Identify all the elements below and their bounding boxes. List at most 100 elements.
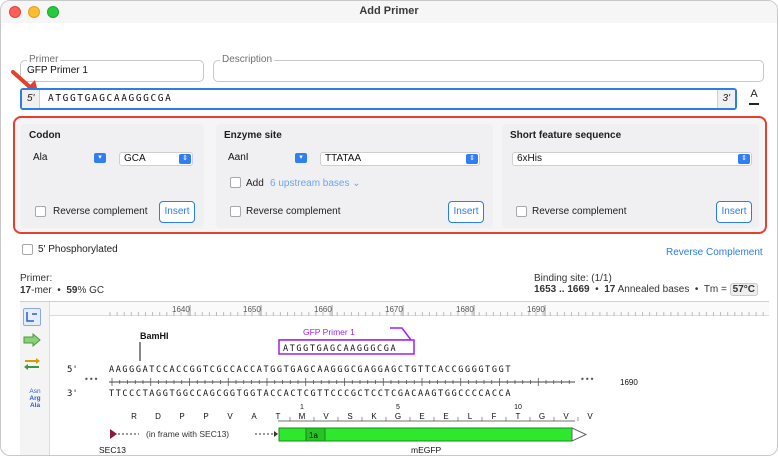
bullet-separator: •: [694, 284, 699, 295]
add-bases-checkbox[interactable]: [230, 177, 241, 188]
amino-acid-label[interactable]: D: [155, 412, 161, 421]
phosphorylated-label: 5' Phosphorylated: [38, 244, 118, 255]
primer-map-sequence: ATGGTGAGCAAGGGCGA: [283, 344, 397, 354]
title-bar: Add Primer: [1, 1, 777, 23]
top-strand-sequence[interactable]: AAGGGATCCACCGGTCGCCACCATGGTGAGCAAGGGCGAG…: [109, 365, 512, 375]
amino-acid-label[interactable]: G: [539, 412, 545, 421]
bamhi-site-label[interactable]: BamHI: [140, 331, 169, 341]
enzyme-site-title: Enzyme site: [224, 130, 282, 141]
translation-tool-icon[interactable]: Asn Arg Ala: [24, 388, 46, 409]
amino-acid-label[interactable]: E: [419, 412, 424, 421]
amino-acid-label[interactable]: S: [347, 412, 352, 421]
amino-acid-label[interactable]: T: [516, 412, 521, 421]
bullet-separator: •: [57, 285, 61, 296]
primer-sequence-input[interactable]: 5' ATGGTGAGCAAGGGCGA 3': [20, 88, 737, 110]
amino-acid-label[interactable]: G: [395, 412, 401, 421]
codon-reverse-checkbox[interactable]: [35, 206, 46, 217]
primer-name-field[interactable]: Primer GFP Primer 1: [20, 54, 204, 82]
arrow-tool-icon[interactable]: [23, 332, 41, 351]
feature-reverse-label: Reverse complement: [532, 206, 627, 217]
up-down-chevron-icon: ⇕: [738, 154, 750, 164]
tm-value: 57°C: [729, 283, 758, 296]
aa-line-3: Ala: [29, 402, 41, 409]
bullet-separator: •: [595, 284, 599, 295]
short-feature-value: 6xHis: [517, 153, 543, 164]
position-ruler: 1640 1650 1660 1670 1680 1690: [50, 302, 769, 316]
swap-arrows-icon: [24, 358, 40, 370]
feature-reverse-checkbox[interactable]: [516, 206, 527, 217]
primer-length: 17-mer • 59% GC: [20, 285, 104, 296]
short-feature-select[interactable]: 6xHis ⇕: [512, 152, 752, 166]
sequence-map-canvas: BamHI GFP Primer 1 ATGGTGAGCAAGGGCGA 5' …: [67, 327, 638, 455]
amino-acid-label[interactable]: V: [227, 412, 233, 421]
sequence-map: Asn Arg Ala 1640 1650 1660 1670 1680 1690 Bam…: [20, 301, 769, 455]
sec13-label: SEC13: [99, 445, 126, 455]
amino-acid-number: 1: [300, 404, 304, 411]
amino-acid-number: 5: [396, 404, 400, 411]
tm-label: Tm =: [703, 284, 727, 295]
amino-acid-label[interactable]: T: [276, 412, 281, 421]
mEGFP-label: mEGFP: [411, 445, 442, 455]
ruler-ticks: 1640 1650 1660 1670 1680 1690: [109, 305, 764, 316]
enzyme-site-panel: Enzyme site AanI ▾ TTATAA ⇕ Add 6 upstre…: [216, 124, 493, 228]
enzyme-insert-button[interactable]: Insert: [448, 201, 484, 223]
amino-acid-label[interactable]: P: [203, 412, 208, 421]
font-button-label: A: [750, 88, 758, 100]
reverse-complement-button[interactable]: Reverse Complement: [666, 247, 763, 258]
amino-acid-label[interactable]: L: [468, 412, 473, 421]
codon-select[interactable]: GCA ⇕: [119, 152, 193, 166]
font-button[interactable]: A: [745, 88, 763, 108]
description-field[interactable]: Description: [213, 54, 764, 82]
amino-acid-label[interactable]: V: [587, 412, 593, 421]
amino-acid-label[interactable]: E: [443, 412, 448, 421]
swap-strands-tool-icon[interactable]: [23, 357, 41, 375]
add-primer-window: Add Primer Primer GFP Primer 1 Descripti…: [0, 0, 778, 456]
enzyme-site-value: TTATAA: [325, 153, 362, 164]
amino-acid-label[interactable]: M: [299, 412, 306, 421]
enzyme-select[interactable]: AanI ▾: [224, 152, 308, 166]
bottom-strand-three-prime: 3': [67, 389, 78, 399]
codon-insert-button[interactable]: Insert: [159, 201, 195, 223]
length-unit: -mer: [31, 285, 52, 296]
sec13-arrow-icon: [110, 429, 117, 439]
split-icon: [26, 312, 37, 322]
upstream-bases-value: 6 upstream bases: [270, 178, 350, 189]
amino-acid-label[interactable]: R: [131, 412, 137, 421]
font-underline-icon: [749, 103, 759, 105]
exon-1a-label: 1a: [309, 431, 318, 440]
connector-arrow-icon: [274, 431, 278, 437]
amino-acid-label[interactable]: F: [492, 412, 497, 421]
amino-acid-label[interactable]: P: [179, 412, 184, 421]
bottom-strand-sequence[interactable]: TTCCCTAGGTGGCCAGCGGTGGTACCACTCGTTCCCGCTC…: [109, 389, 512, 399]
primer-map-label[interactable]: GFP Primer 1: [303, 327, 355, 337]
in-frame-label: (in frame with SEC13): [146, 429, 229, 439]
annealed-label: Annealed bases: [617, 284, 690, 295]
amino-acid-label[interactable]: K: [371, 412, 377, 421]
phosphorylated-checkbox[interactable]: [22, 244, 33, 255]
binding-stats: 1653 .. 1669 • 17 Annealed bases • Tm = …: [534, 283, 758, 296]
end-position-label: 1690: [620, 378, 638, 387]
length-value: 17: [20, 285, 32, 296]
gc-value: 59: [66, 285, 78, 296]
split-view-tool-icon[interactable]: [23, 308, 41, 326]
codon-title: Codon: [29, 130, 61, 141]
enzyme-reverse-checkbox[interactable]: [230, 206, 241, 217]
three-prime-label: 3': [716, 90, 735, 108]
amino-acid-label[interactable]: V: [563, 412, 569, 421]
gc-unit: % GC: [77, 285, 105, 296]
amino-acid-label[interactable]: V: [323, 412, 329, 421]
primer-stats-label: Primer:: [20, 273, 53, 284]
amino-acid-label[interactable]: A: [251, 412, 257, 421]
map-toolstrip: Asn Arg Ala: [20, 302, 50, 455]
up-down-chevron-icon: ⇕: [466, 154, 478, 164]
amino-acid-select[interactable]: Ala ▾: [29, 152, 107, 166]
five-prime-label: 5': [22, 90, 41, 108]
description-legend: Description: [220, 54, 275, 65]
add-label: Add: [246, 178, 264, 189]
feature-insert-button[interactable]: Insert: [716, 201, 752, 223]
upstream-bases-select[interactable]: 6 upstream bases ⌄: [270, 178, 361, 189]
primer-name-legend: Primer: [27, 54, 61, 65]
short-feature-title: Short feature sequence: [510, 130, 622, 141]
aa-line-2: Arg: [29, 395, 41, 402]
enzyme-site-select[interactable]: TTATAA ⇕: [320, 152, 480, 166]
